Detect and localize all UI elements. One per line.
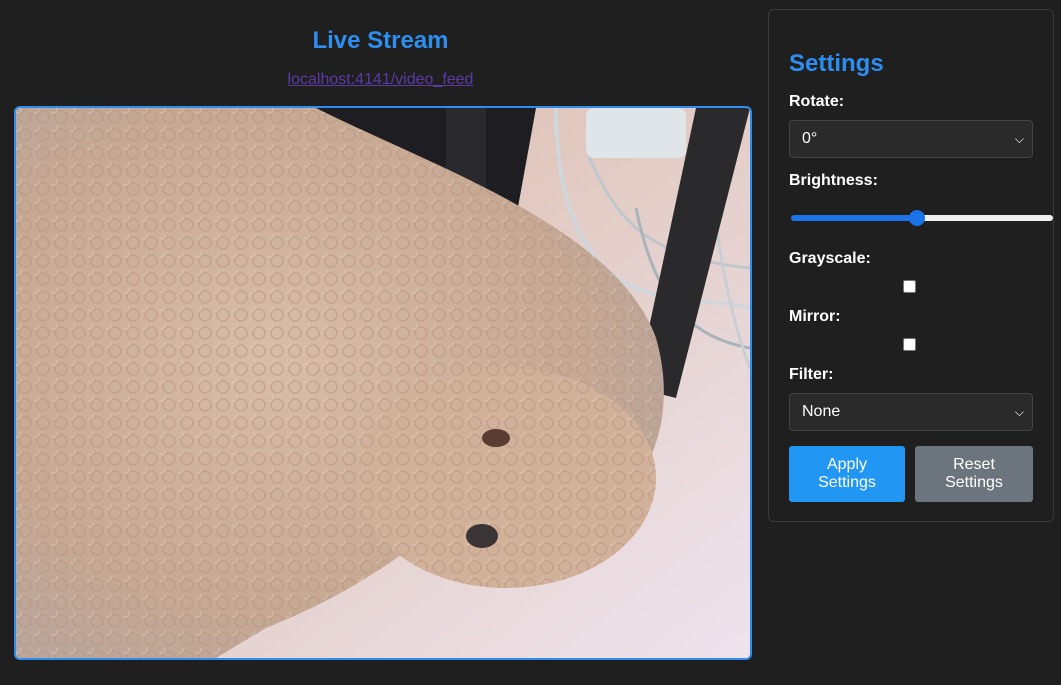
filter-select-value: None [802, 403, 841, 420]
rotate-select-value: 0° [802, 130, 818, 147]
apply-settings-button[interactable]: Apply Settings [789, 446, 905, 502]
stream-link-container: localhost:4141/video_feed [0, 71, 761, 89]
settings-title: Settings [789, 50, 884, 77]
filter-select[interactable]: None ⌵ [789, 393, 1033, 431]
slider-thumb[interactable] [909, 210, 926, 226]
rotate-label: Rotate: [789, 93, 845, 110]
filter-label: Filter: [789, 366, 834, 383]
brightness-slider[interactable] [791, 210, 1053, 226]
chevron-down-icon: ⌵ [1014, 405, 1024, 419]
stream-title: Live Stream [312, 27, 449, 54]
video-feed-image [16, 108, 750, 658]
slider-track [917, 215, 1053, 221]
video-feed-link[interactable]: localhost:4141/video_feed [288, 71, 474, 88]
grayscale-checkbox[interactable] [903, 280, 916, 293]
stream-column: Live Stream localhost:4141/video_feed [0, 0, 765, 685]
mirror-checkbox[interactable] [903, 338, 916, 351]
mirror-label: Mirror: [789, 308, 841, 325]
grayscale-label: Grayscale: [789, 250, 871, 267]
settings-panel: Settings Rotate: 0° ⌵ Brightness: Graysc… [768, 9, 1054, 522]
reset-settings-button[interactable]: Reset Settings [915, 446, 1033, 502]
brightness-label: Brightness: [789, 172, 878, 189]
chevron-down-icon: ⌵ [1014, 132, 1024, 146]
video-feed [14, 106, 752, 660]
slider-track-fill [791, 215, 918, 221]
rotate-select[interactable]: 0° ⌵ [789, 120, 1033, 158]
